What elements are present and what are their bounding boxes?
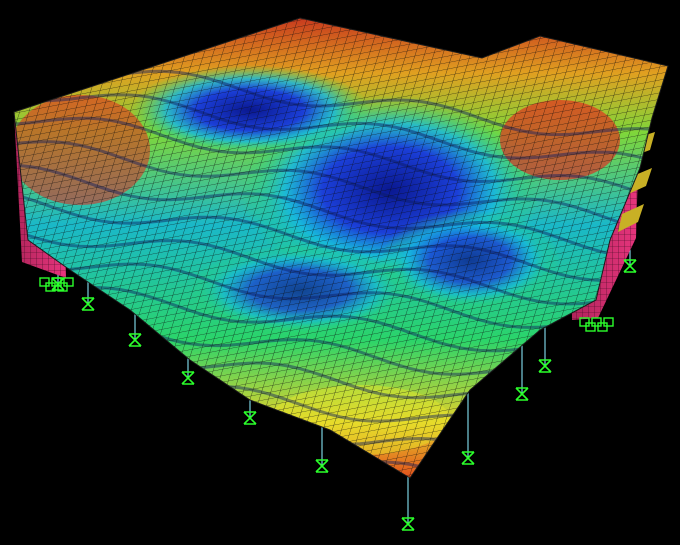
wall-support-icon: [603, 317, 614, 327]
fea-contour-render: [13, 17, 669, 531]
wall-support-icon: [591, 317, 602, 327]
deformation-band: [14, 426, 668, 478]
wall-support-icon: [39, 277, 50, 287]
wall-support-icon: [597, 322, 608, 332]
wall-support-icon: [585, 322, 596, 332]
structural-model-viewport: [0, 0, 680, 545]
deformed-floor-slab: [13, 17, 669, 479]
wall-support-icon: [63, 277, 74, 287]
